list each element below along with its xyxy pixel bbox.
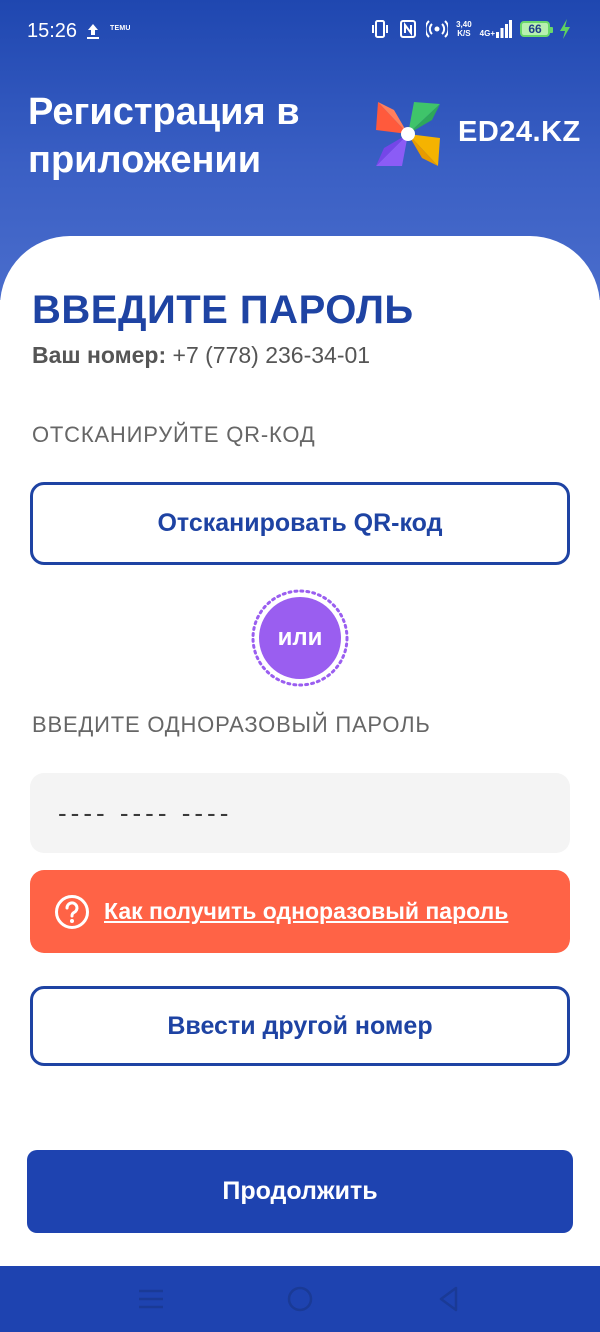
phone-number-line: Ваш номер: +7 (778) 236-34-01 [32, 342, 370, 369]
status-icons: 3,40 K/S 4G+ 66 [370, 18, 572, 40]
home-circle-icon[interactable] [285, 1284, 315, 1314]
hotspot-icon [426, 20, 449, 38]
or-label: или [277, 624, 323, 651]
question-circle-icon [55, 894, 89, 929]
menu-lines-icon[interactable] [136, 1284, 166, 1314]
upload-arrow-icon [87, 24, 99, 39]
scan-qr-button[interactable]: Отсканировать QR-код [30, 482, 570, 565]
otp-section-label: ВВЕДИТЕ ОДНОРАЗОВЫЙ ПАРОЛЬ [32, 712, 431, 737]
status-bar: 15:26 TEMU 3,40 K/S 4G+ 66 [0, 0, 600, 62]
charging-bolt-icon [560, 19, 570, 39]
status-time: 15:26 [27, 20, 78, 42]
app-title: Регистрация в приложении [28, 91, 300, 181]
pinwheel-logo-icon [376, 102, 440, 166]
network-speed: 3,40 K/S [456, 20, 472, 38]
logo-text: ED24.KZ [458, 116, 581, 148]
back-triangle-icon[interactable] [434, 1284, 464, 1314]
how-to-get-otp-button[interactable]: Как получить одноразовый пароль [30, 870, 570, 953]
qr-section-label: ОТСКАНИРУЙТЕ QR-КОД [32, 422, 316, 447]
enter-other-number-button[interactable]: Ввести другой номер [30, 986, 570, 1066]
how-to-get-otp-link[interactable]: Как получить одноразовый пароль [104, 898, 508, 925]
otp-input[interactable] [30, 773, 570, 853]
phone-label: Ваш номер: [32, 342, 167, 368]
system-nav-bar [0, 1266, 600, 1332]
page-title: ВВЕДИТЕ ПАРОЛЬ [32, 288, 414, 332]
vibrate-icon [372, 20, 389, 38]
temu-notification-icon: TEMU [110, 25, 131, 32]
continue-button[interactable]: Продолжить [27, 1150, 573, 1233]
battery-indicator: 66 [520, 21, 553, 37]
phone-number: +7 (778) 236-34-01 [172, 342, 371, 368]
nfc-icon [400, 20, 417, 38]
signal-bars-icon [496, 20, 512, 38]
cellular-signal: 4G+ [480, 20, 512, 38]
content-card [0, 236, 600, 1266]
